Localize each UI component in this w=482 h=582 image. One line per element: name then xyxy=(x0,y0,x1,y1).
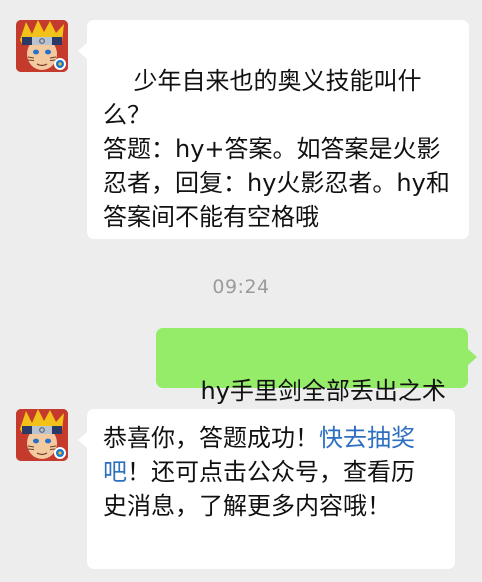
message-timestamp: 09:24 xyxy=(212,276,270,298)
ninja-avatar-icon[interactable] xyxy=(16,409,68,461)
incoming-message-bubble[interactable]: 恭喜你，答题成功！快去抽奖吧！还可点击公众号，查看历史消息，了解更多内容哦！ xyxy=(78,409,455,569)
message-text: hy手里剑全部丢出之术 xyxy=(200,377,446,405)
chat-window: 少年自来也的奥义技能叫什么？ 答题：hy+答案。如答案是火影忍者，回复：hy火影… xyxy=(0,0,482,582)
message-text: ！还可点击公众号，查看历史消息，了解更多内容哦！ xyxy=(103,458,415,520)
message-text: 少年自来也的奥义技能叫什么？ 答题：hy+答案。如答案是火影忍者，回复：hy火影… xyxy=(103,67,450,231)
message-text: 恭喜你，答题成功！ xyxy=(103,424,319,452)
outgoing-message-bubble[interactable]: hy手里剑全部丢出之术 xyxy=(156,328,477,405)
ninja-avatar-icon[interactable] xyxy=(16,20,68,72)
incoming-message-bubble[interactable]: 少年自来也的奥义技能叫什么？ 答题：hy+答案。如答案是火影忍者，回复：hy火影… xyxy=(78,20,469,239)
